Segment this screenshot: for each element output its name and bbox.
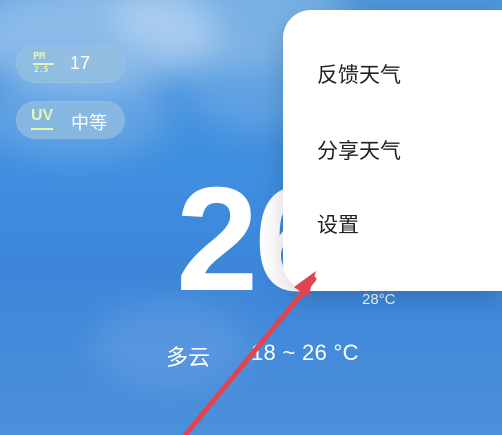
menu-item-feedback-weather[interactable]: 反馈天气 [317,56,467,96]
weather-condition: 多云 [166,345,211,370]
uv-icon-text: UV [31,107,54,124]
temperature-range: 18 ~ 26 °C [251,340,359,365]
uv-icon-underline [31,128,53,130]
feels-like-temperature: 28°C [362,291,396,308]
uv-pill[interactable]: UV 中等 [16,101,125,139]
popup-menu: 反馈天气 分享天气 设置 [283,10,502,291]
pm25-icon: PM 2.5 [33,52,54,76]
pm25-icon-top: PM [33,51,46,62]
pm25-value: 17 [70,53,91,73]
menu-item-settings[interactable]: 设置 [317,206,467,246]
uv-value: 中等 [71,113,107,133]
menu-item-share-weather[interactable]: 分享天气 [317,132,467,172]
pm25-icon-bottom: 2.5 [34,65,49,74]
pm25-pill[interactable]: PM 2.5 17 [16,45,126,83]
uv-icon: UV [30,108,54,132]
